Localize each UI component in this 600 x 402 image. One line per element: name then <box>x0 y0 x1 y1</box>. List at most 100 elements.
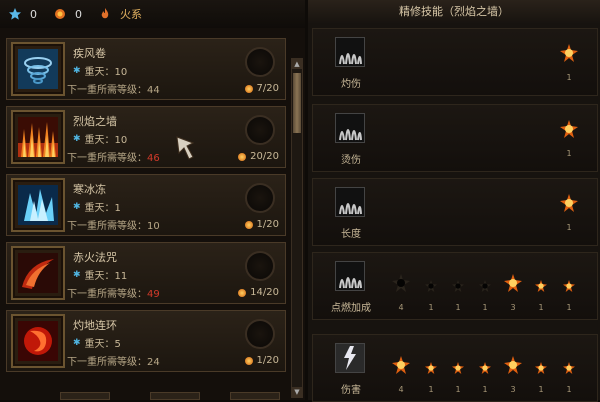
refine-panel: 精修技能（烈焰之墙） 灼伤 1 烫伤 1 长度 1 点燃加成 4 1 1 1 3 1 1 伤害 4 1 1 1 3 1 1 <box>308 0 600 402</box>
node-count: 1 <box>455 303 461 312</box>
fire-swirl-icon <box>18 321 58 361</box>
node-count: 1 <box>455 385 461 394</box>
node-count: 4 <box>398 303 404 312</box>
dark-node-icon[interactable] <box>392 274 410 292</box>
whirlwind-icon <box>18 49 58 89</box>
upgrade-slot-button[interactable] <box>245 115 275 145</box>
scroll-up-arrow-icon[interactable]: ▲ <box>292 59 302 69</box>
node-count: 1 <box>428 303 434 312</box>
req-level-label: 下一重所需等级： <box>67 289 147 300</box>
skill-item-lieyanzhiqiang[interactable]: 烈焰之墙 ✱ 重天：10 下一重所需等级：46 20/20 <box>6 106 286 168</box>
fire-node-icon[interactable] <box>560 44 578 62</box>
blue-star-icon: ✱ <box>73 133 81 144</box>
skill-progress: 14/20 <box>250 287 279 298</box>
top-bar: 0 0 火系 <box>0 0 305 28</box>
fire-node-icon[interactable] <box>563 359 575 374</box>
refine-row: 伤害 4 1 1 1 3 1 1 <box>312 334 598 402</box>
node-count: 1 <box>566 303 572 312</box>
blue-star-icon: ✱ <box>73 201 81 212</box>
scrollbar-thumb[interactable] <box>293 73 301 133</box>
refine-row-label: 灼伤 <box>341 79 361 90</box>
node-count: 1 <box>482 303 488 312</box>
skill-frame <box>11 110 65 164</box>
refine-row-label: 伤害 <box>341 385 361 396</box>
scrollbar[interactable]: ▲ ▼ <box>291 58 303 398</box>
node-count: 1 <box>428 385 434 394</box>
refine-row: 长度 1 <box>312 178 598 246</box>
skill-frame <box>11 178 65 232</box>
skill-item-zhuodilianhuan[interactable]: 灼地连环 ✱ 重天：5 下一重所需等级：24 1/20 <box>6 310 286 372</box>
skill-level: 重天：5 <box>84 339 121 350</box>
node-count: 1 <box>566 149 572 158</box>
blue-star-icon: ✱ <box>73 269 81 280</box>
refine-row: 点燃加成 4 1 1 1 3 1 1 <box>312 252 598 320</box>
req-level-label: 下一重所需等级： <box>67 221 147 232</box>
orange-gem-icon <box>244 220 253 229</box>
skill-name: 灼地连环 <box>73 319 117 332</box>
skill-item-chihuofazhou[interactable]: 赤火法咒 ✱ 重天：11 下一重所需等级：49 14/20 <box>6 242 286 304</box>
orange-gem-icon <box>244 356 253 365</box>
orange-gem-icon <box>244 84 253 93</box>
fire-node-icon[interactable] <box>563 277 575 292</box>
req-level-label: 下一重所需等级： <box>67 357 147 368</box>
fire-node-icon[interactable] <box>479 359 491 374</box>
fire-node-icon[interactable] <box>392 356 410 374</box>
fire-node-icon[interactable] <box>560 194 578 212</box>
refine-row-label: 长度 <box>341 229 361 240</box>
node-count: 1 <box>566 385 572 394</box>
upgrade-slot-button[interactable] <box>245 319 275 349</box>
smoke-icon <box>335 261 365 291</box>
blue-star-icon: ✱ <box>73 337 81 348</box>
fire-curse-icon <box>18 253 58 293</box>
bottom-tab[interactable] <box>60 392 110 400</box>
skill-progress: 7/20 <box>256 83 279 94</box>
lightning-icon <box>335 343 365 373</box>
upgrade-slot-button[interactable] <box>245 251 275 281</box>
node-count: 4 <box>398 385 404 394</box>
skill-level: 重天：10 <box>84 67 128 78</box>
dark-node-icon[interactable] <box>452 277 464 292</box>
fire-node-icon[interactable] <box>535 359 547 374</box>
blue-star-icon <box>8 7 22 21</box>
skill-item-hanbingdong[interactable]: 寒冰冻 ✱ 重天：1 下一重所需等级：10 1/20 <box>6 174 286 236</box>
node-count: 1 <box>538 385 544 394</box>
bottom-tab[interactable] <box>230 392 280 400</box>
dark-node-icon[interactable] <box>479 277 491 292</box>
skill-frame <box>11 42 65 96</box>
skill-frame <box>11 246 65 300</box>
orange-points-value: 0 <box>75 7 82 21</box>
skill-name: 赤火法咒 <box>73 251 117 264</box>
skill-progress: 1/20 <box>256 219 279 230</box>
refine-title: 精修技能（烈焰之墙） <box>308 0 600 24</box>
node-count: 3 <box>510 303 516 312</box>
refine-row-label: 点燃加成 <box>331 303 371 314</box>
fire-node-icon[interactable] <box>535 277 547 292</box>
dark-node-icon[interactable] <box>425 277 437 292</box>
req-level-value: 44 <box>147 85 160 96</box>
skill-progress: 20/20 <box>250 151 279 162</box>
req-level-value: 46 <box>147 153 160 164</box>
upgrade-slot-button[interactable] <box>245 47 275 77</box>
skill-name: 寒冰冻 <box>73 183 106 196</box>
fire-wall-icon <box>18 117 58 157</box>
smoke-icon <box>335 113 365 143</box>
orange-gem-icon <box>238 152 247 161</box>
req-level-label: 下一重所需等级： <box>67 85 147 96</box>
node-count: 1 <box>482 385 488 394</box>
refine-row-label: 烫伤 <box>341 155 361 166</box>
orange-gem-icon <box>238 288 247 297</box>
fire-node-icon[interactable] <box>425 359 437 374</box>
upgrade-slot-button[interactable] <box>245 183 275 213</box>
fire-node-icon[interactable] <box>452 359 464 374</box>
blue-points-value: 0 <box>30 7 37 21</box>
fire-node-icon[interactable] <box>560 120 578 138</box>
scroll-down-arrow-icon[interactable]: ▼ <box>292 387 302 397</box>
fire-node-icon[interactable] <box>504 356 522 374</box>
skill-name: 烈焰之墙 <box>73 115 117 128</box>
node-count: 1 <box>538 303 544 312</box>
ice-crystal-icon <box>18 185 58 225</box>
fire-node-icon[interactable] <box>504 274 522 292</box>
smoke-icon <box>335 187 365 217</box>
bottom-tab[interactable] <box>150 392 200 400</box>
skill-item-jifengjuan[interactable]: 疾风卷 ✱ 重天：10 下一重所需等级：44 7/20 <box>6 38 286 100</box>
